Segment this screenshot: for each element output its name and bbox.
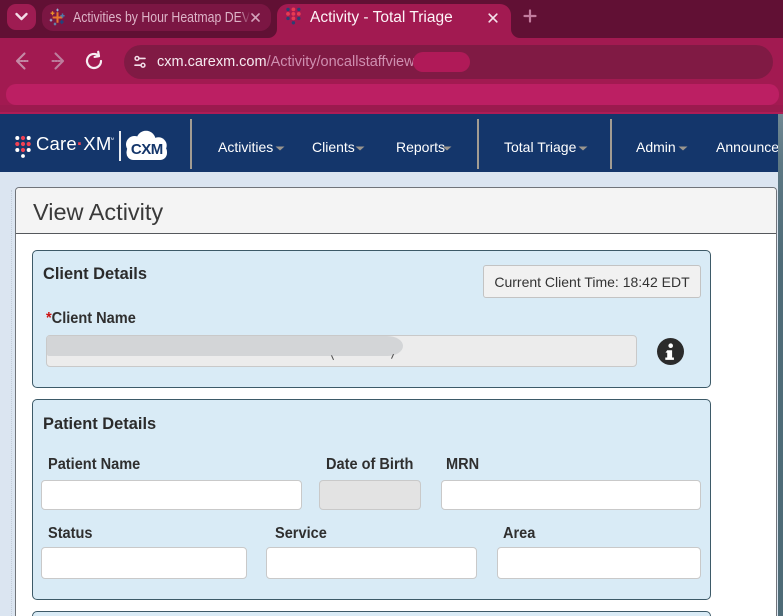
- svg-text:CXM: CXM: [131, 141, 163, 158]
